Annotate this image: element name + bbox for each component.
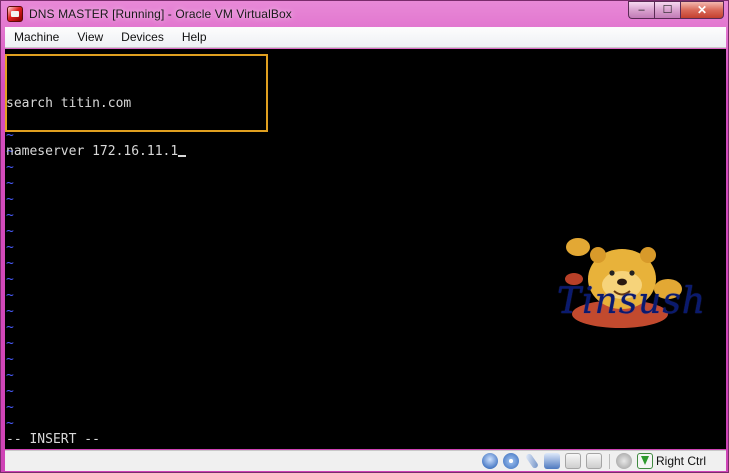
text-cursor <box>178 155 187 157</box>
optical-drive-icon[interactable] <box>502 453 519 469</box>
minimize-button[interactable]: – <box>628 1 654 19</box>
menu-help[interactable]: Help <box>173 27 216 48</box>
vm-screen[interactable]: Tinsush ~ ~ ~ ~ ~ ~ ~ ~ ~ ~ ~ ~ ~ ~ ~ ~ … <box>5 49 726 449</box>
buffer-line: nameserver 172.16.11.1 <box>6 144 187 160</box>
window-controls: – ☐ ✕ <box>628 1 724 19</box>
status-bar: Right Ctrl <box>5 450 726 471</box>
virtualbox-app-icon <box>7 6 23 22</box>
hard-disk-icon[interactable] <box>481 453 498 469</box>
virtualbox-window: DNS MASTER [Running] - Oracle VM Virtual… <box>0 0 729 473</box>
maximize-button[interactable]: ☐ <box>654 1 680 19</box>
menu-view[interactable]: View <box>68 27 112 48</box>
menu-devices[interactable]: Devices <box>112 27 173 48</box>
shared-folder-icon[interactable] <box>564 453 581 469</box>
annotation-highlight-box <box>5 54 268 132</box>
vim-mode-indicator: -- INSERT -- <box>6 432 100 447</box>
status-separator <box>608 453 610 469</box>
close-button[interactable]: ✕ <box>680 1 724 19</box>
watermark-text: Tinsush <box>557 281 707 322</box>
title-bar[interactable]: DNS MASTER [Running] - Oracle VM Virtual… <box>1 1 728 27</box>
host-key-arrow-icon <box>636 453 653 469</box>
host-key-label: Right Ctrl <box>655 454 706 468</box>
network-icon[interactable] <box>543 453 560 469</box>
window-title: DNS MASTER [Running] - Oracle VM Virtual… <box>29 7 292 21</box>
capture-icon[interactable] <box>615 453 632 469</box>
buffer-line-text: nameserver 172.16.11.1 <box>6 144 179 159</box>
usb-icon[interactable] <box>524 452 540 470</box>
display-icon[interactable] <box>585 453 602 469</box>
menu-machine[interactable]: Machine <box>5 27 68 48</box>
menu-bar: Machine View Devices Help <box>5 27 726 48</box>
